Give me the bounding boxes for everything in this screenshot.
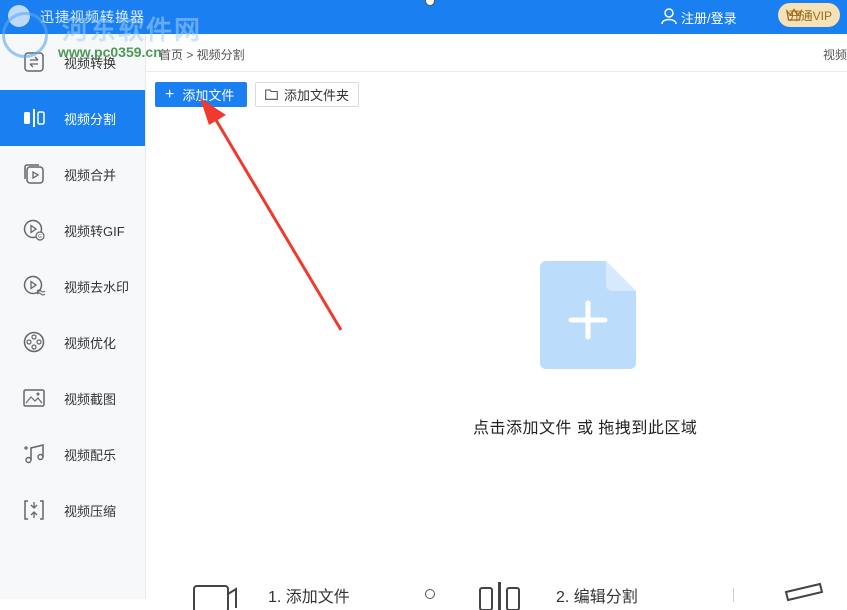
merge-icon (24, 164, 44, 184)
sidebar-item-split[interactable]: 视频分割 (0, 90, 145, 146)
crown-icon (786, 8, 802, 21)
sidebar-item-label: 视频压缩 (64, 503, 117, 519)
step-label: 2. 编辑分割 (556, 589, 638, 606)
watermark-url: www.pc0359.cn (58, 44, 162, 60)
sidebar-item-screenshot[interactable]: 视频截图 (0, 370, 145, 426)
sidebar-item-label: 视频截图 (64, 391, 117, 407)
video-file-icon (193, 585, 237, 610)
breadcrumb-bar: 首页 > 视频分割 视频 (145, 34, 847, 72)
step-label: 1. 添加文件 (268, 589, 350, 606)
watermark-remove-icon (23, 275, 46, 296)
plus-icon: + (165, 85, 175, 103)
drop-hint: 点击添加文件 或 拖拽到此区域 (473, 420, 698, 437)
login-link[interactable]: 注册/登录 (681, 8, 737, 27)
add-file-icon[interactable] (540, 261, 636, 369)
screenshot-icon (23, 389, 45, 407)
breadcrumb: 首页 > 视频分割 (159, 48, 245, 62)
sidebar-item-merge[interactable]: 视频合并 (0, 146, 145, 202)
split-icon (479, 582, 520, 610)
music-icon (24, 444, 44, 464)
sidebar-item-gif[interactable]: G 视频转GIF (0, 202, 145, 258)
drop-zone[interactable] (146, 108, 847, 568)
breadcrumb-right: 视频 (822, 48, 847, 62)
user-icon[interactable] (660, 7, 678, 25)
add-folder-button[interactable]: 添加文件夹 (255, 82, 359, 107)
sidebar-item-watermark-remove[interactable]: 视频去水印 (0, 258, 145, 314)
add-file-button[interactable]: + 添加文件 (155, 82, 247, 107)
sidebar-item-label: 视频合并 (64, 167, 117, 183)
resize-handle-bottom[interactable] (425, 589, 435, 599)
sidebar-item-label: 视频分割 (64, 111, 117, 127)
step-2: 2. 编辑分割 (478, 580, 638, 610)
export-icon (784, 582, 824, 602)
optimize-icon (23, 331, 45, 353)
split-icon (24, 109, 45, 127)
watermark-logo (2, 12, 48, 58)
folder-icon (265, 89, 278, 100)
sidebar-item-music[interactable]: 视频配乐 (0, 426, 145, 482)
sidebar-item-label: 视频去水印 (64, 279, 130, 295)
step-divider (733, 588, 734, 602)
sidebar-item-compress[interactable]: 视频压缩 (0, 482, 145, 538)
sidebar-item-label: 视频优化 (64, 335, 117, 351)
sidebar-item-label: 视频配乐 (64, 447, 117, 463)
svg-text:G: G (38, 234, 42, 240)
vip-button[interactable]: 开通VIP (778, 3, 840, 27)
gif-icon: G (23, 219, 45, 241)
sidebar-item-label: 视频转GIF (64, 223, 125, 239)
sidebar: 视频转换 视频分割 视频合并 G 视频转GIF 视频去水印 视频优化 视频截图 … (0, 34, 146, 599)
step-1: 1. 添加文件 (192, 580, 350, 610)
add-folder-label: 添加文件夹 (284, 88, 350, 103)
sidebar-item-optimize[interactable]: 视频优化 (0, 314, 145, 370)
compress-icon (24, 500, 44, 520)
add-file-label: 添加文件 (182, 88, 235, 103)
